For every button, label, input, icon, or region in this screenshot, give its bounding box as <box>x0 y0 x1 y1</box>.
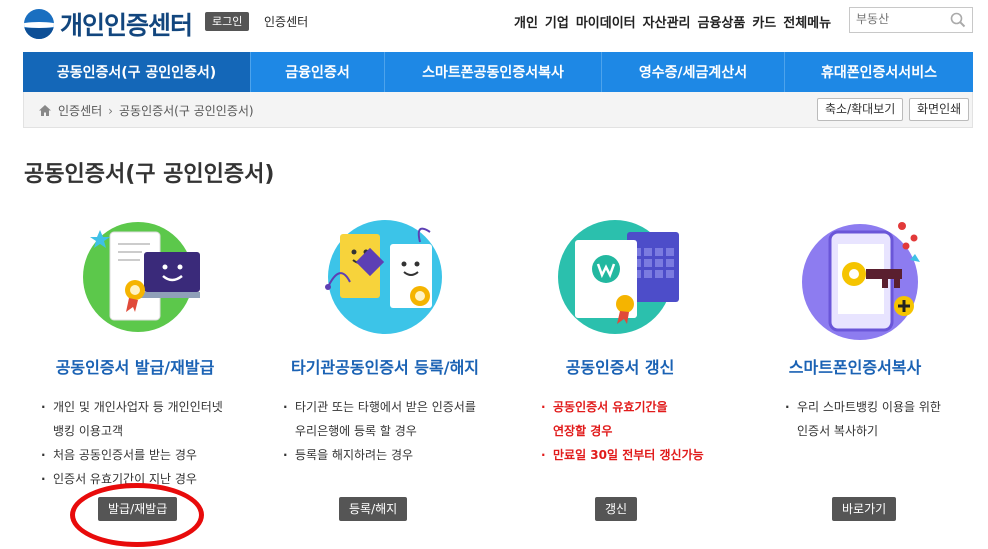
search-icon[interactable] <box>950 12 966 28</box>
search-input[interactable] <box>856 12 952 26</box>
list-item-continuation: 인증서 복사하기 <box>797 424 879 438</box>
card-renew: 공동인증서 갱신 공동인증서 유효기간을연장할 경우 만료일 30일 전부터 갱… <box>500 212 740 521</box>
home-icon[interactable] <box>38 104 52 117</box>
card-smartphone-copy: 스마트폰인증서복사 우리 스마트뱅킹 이용을 위한인증서 복사하기 바로가기 <box>735 212 975 521</box>
list-item: 등록을 해지하려는 경우 <box>283 443 505 467</box>
list-item: 처음 공동인증서를 받는 경우 <box>41 443 255 467</box>
card-register: 타기관공동인증서 등록/해지 타기관 또는 타행에서 받은 인증서를우리은행에 … <box>265 212 505 521</box>
list-item: 개인 및 개인사업자 등 개인인터넷뱅킹 이용고객 <box>41 395 255 443</box>
issue-button[interactable]: 발급/재발급 <box>98 497 178 521</box>
top-nav-all-menu[interactable]: 전체메뉴 <box>783 12 831 31</box>
card-title[interactable]: 스마트폰인증서복사 <box>735 354 975 378</box>
breadcrumb-home[interactable]: 인증센터 <box>58 102 102 119</box>
search-box <box>849 7 973 33</box>
top-nav-mydata[interactable]: 마이데이터 <box>576 12 636 31</box>
card-description: 개인 및 개인사업자 등 개인인터넷뱅킹 이용고객 처음 공동인증서를 받는 경… <box>41 395 255 491</box>
page-title: 공동인증서(구 공인인증서) <box>24 162 275 187</box>
renew-button[interactable]: 갱신 <box>595 497 638 521</box>
menu-mobile-cert-service[interactable]: 휴대폰인증서서비스 <box>785 52 973 92</box>
breadcrumb-current: 공동인증서(구 공인인증서) <box>118 104 254 118</box>
menu-smartphone-copy[interactable]: 스마트폰공동인증서복사 <box>385 52 602 92</box>
card-title[interactable]: 공동인증서 갱신 <box>500 354 740 378</box>
list-item-continuation: 우리은행에 등록 할 경우 <box>295 424 417 438</box>
zoom-button[interactable]: 축소/확대보기 <box>817 98 904 121</box>
certificate-laptop-icon <box>70 212 208 342</box>
breadcrumb: 인증센터 › 공동인증서(구 공인인증서) <box>38 102 254 119</box>
card-description: 타기관 또는 타행에서 받은 인증서를우리은행에 등록 할 경우 등록을 해지하… <box>283 395 505 467</box>
list-item: 공동인증서 유효기간을연장할 경우 <box>541 395 740 443</box>
card-issue: 공동인증서 발급/재발급 개인 및 개인사업자 등 개인인터넷뱅킹 이용고객 처… <box>15 212 255 521</box>
logo-mark-icon <box>24 9 54 39</box>
logo[interactable]: 개인인증센터 <box>24 6 193 42</box>
print-button[interactable]: 화면인쇄 <box>909 98 970 121</box>
header: 개인인증센터 로그인 인증센터 개인 기업 마이데이터 자산관리 금융상품 카드… <box>0 0 988 50</box>
top-nav-products[interactable]: 금융상품 <box>698 12 746 31</box>
certificate-calendar-icon <box>555 212 685 342</box>
login-button[interactable]: 로그인 <box>205 12 250 31</box>
list-item: 타기관 또는 타행에서 받은 인증서를우리은행에 등록 할 경우 <box>283 395 505 443</box>
menu-financial-certificate[interactable]: 금융인증서 <box>251 52 385 92</box>
top-nav-personal[interactable]: 개인 <box>514 12 538 31</box>
list-item-continuation: 뱅킹 이용고객 <box>53 424 124 438</box>
list-item: 인증서 유효기간이 지난 경우 <box>41 467 255 491</box>
card-title[interactable]: 공동인증서 발급/재발급 <box>15 354 255 378</box>
top-nav-card[interactable]: 카드 <box>752 12 776 31</box>
list-item-continuation: 연장할 경우 <box>553 424 613 438</box>
breadcrumb-separator-icon: › <box>108 103 113 118</box>
smartphone-key-icon <box>790 212 920 342</box>
go-button[interactable]: 바로가기 <box>832 497 897 521</box>
top-nav-asset[interactable]: 자산관리 <box>643 12 691 31</box>
logo-text: 개인인증센터 <box>60 11 193 40</box>
card-description: 공동인증서 유효기간을연장할 경우 만료일 30일 전부터 갱신가능 <box>541 395 740 467</box>
cert-center-link[interactable]: 인증센터 <box>264 13 308 30</box>
certificate-exchange-icon <box>320 212 450 342</box>
register-button[interactable]: 등록/해지 <box>339 497 408 521</box>
list-item: 우리 스마트뱅킹 이용을 위한인증서 복사하기 <box>785 395 975 443</box>
menu-receipt-tax[interactable]: 영수증/세금계산서 <box>602 52 785 92</box>
menu-joint-certificate[interactable]: 공동인증서(구 공인인증서) <box>23 52 251 92</box>
breadcrumb-bar: 인증센터 › 공동인증서(구 공인인증서) 축소/확대보기 화면인쇄 <box>23 92 973 128</box>
card-title[interactable]: 타기관공동인증서 등록/해지 <box>265 354 505 378</box>
top-nav: 개인 기업 마이데이터 자산관리 금융상품 카드 전체메뉴 <box>514 12 831 31</box>
top-nav-business[interactable]: 기업 <box>545 12 569 31</box>
main-menu: 공동인증서(구 공인인증서) 금융인증서 스마트폰공동인증서복사 영수증/세금계… <box>23 52 973 92</box>
list-item: 만료일 30일 전부터 갱신가능 <box>541 443 740 467</box>
card-description: 우리 스마트뱅킹 이용을 위한인증서 복사하기 <box>785 395 975 443</box>
